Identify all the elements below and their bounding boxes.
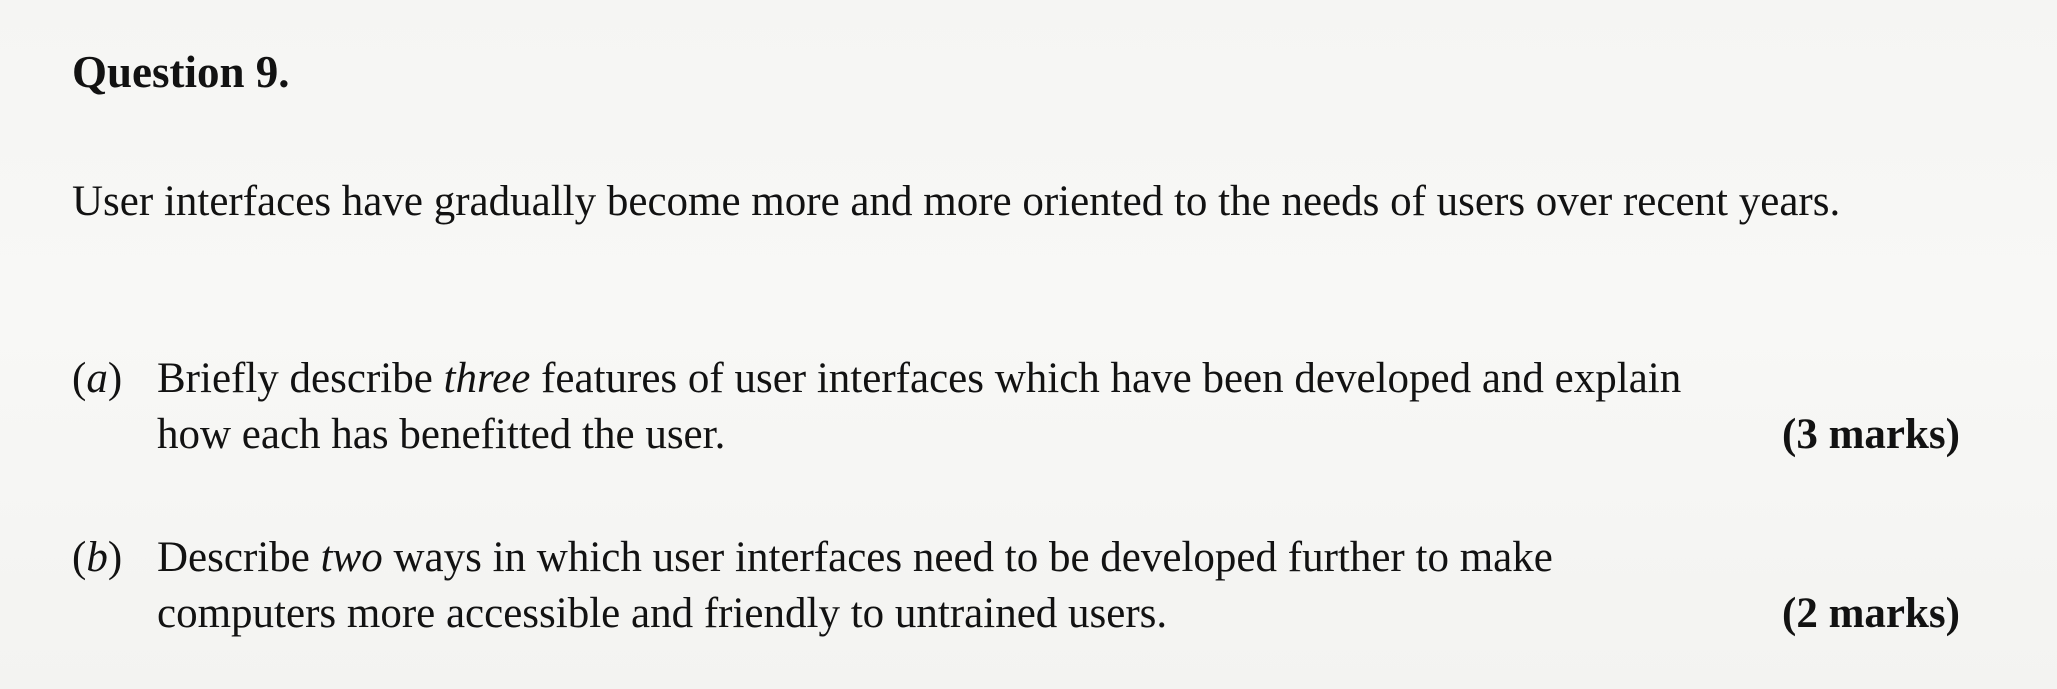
part-b-label-open: ( xyxy=(72,534,87,581)
part-a-marks: (3 marks) xyxy=(1782,411,1960,458)
part-b-text-start: Describe xyxy=(157,534,321,581)
question-part-a: (a) Briefly describe three features of u… xyxy=(72,351,1960,463)
part-a-emphasis: three xyxy=(443,355,531,402)
part-b-label-close: ) xyxy=(107,534,123,581)
part-b-emphasis: two xyxy=(320,534,383,581)
part-b-line-1: Describe two ways in which user interfac… xyxy=(157,530,1960,586)
question-intro: User interfaces have gradually become mo… xyxy=(72,178,1841,225)
exam-page: Question 9. User interfaces have gradual… xyxy=(0,0,2057,689)
part-a-label-close: ) xyxy=(107,355,123,402)
part-a-text-start: Briefly describe xyxy=(157,355,444,402)
part-a-body: Briefly describe three features of user … xyxy=(157,351,1960,463)
part-a-label: (a) xyxy=(72,351,122,407)
question-part-b: (b) Describe two ways in which user inte… xyxy=(72,530,1960,642)
part-a-label-open: ( xyxy=(72,355,87,402)
part-b-text-end: ways in which user interfaces need to be… xyxy=(382,534,1553,581)
part-b-marks: (2 marks) xyxy=(1782,590,1960,637)
part-b-label: (b) xyxy=(72,530,122,586)
part-a-text-end: features of user interfaces which have b… xyxy=(530,355,1682,402)
part-a-line-1: Briefly describe three features of user … xyxy=(157,351,1960,407)
part-a-line-2: how each has benefitted the user. (3 mar… xyxy=(157,407,1960,463)
part-b-text-line-2: computers more accessible and friendly t… xyxy=(157,590,1168,637)
part-b-line-2: computers more accessible and friendly t… xyxy=(157,586,1960,642)
part-b-body: Describe two ways in which user interfac… xyxy=(157,530,1960,642)
part-a-label-letter: a xyxy=(86,355,108,402)
part-b-label-letter: b xyxy=(86,534,108,581)
part-a-text-line-2: how each has benefitted the user. xyxy=(157,411,726,458)
question-heading: Question 9. xyxy=(72,47,290,97)
